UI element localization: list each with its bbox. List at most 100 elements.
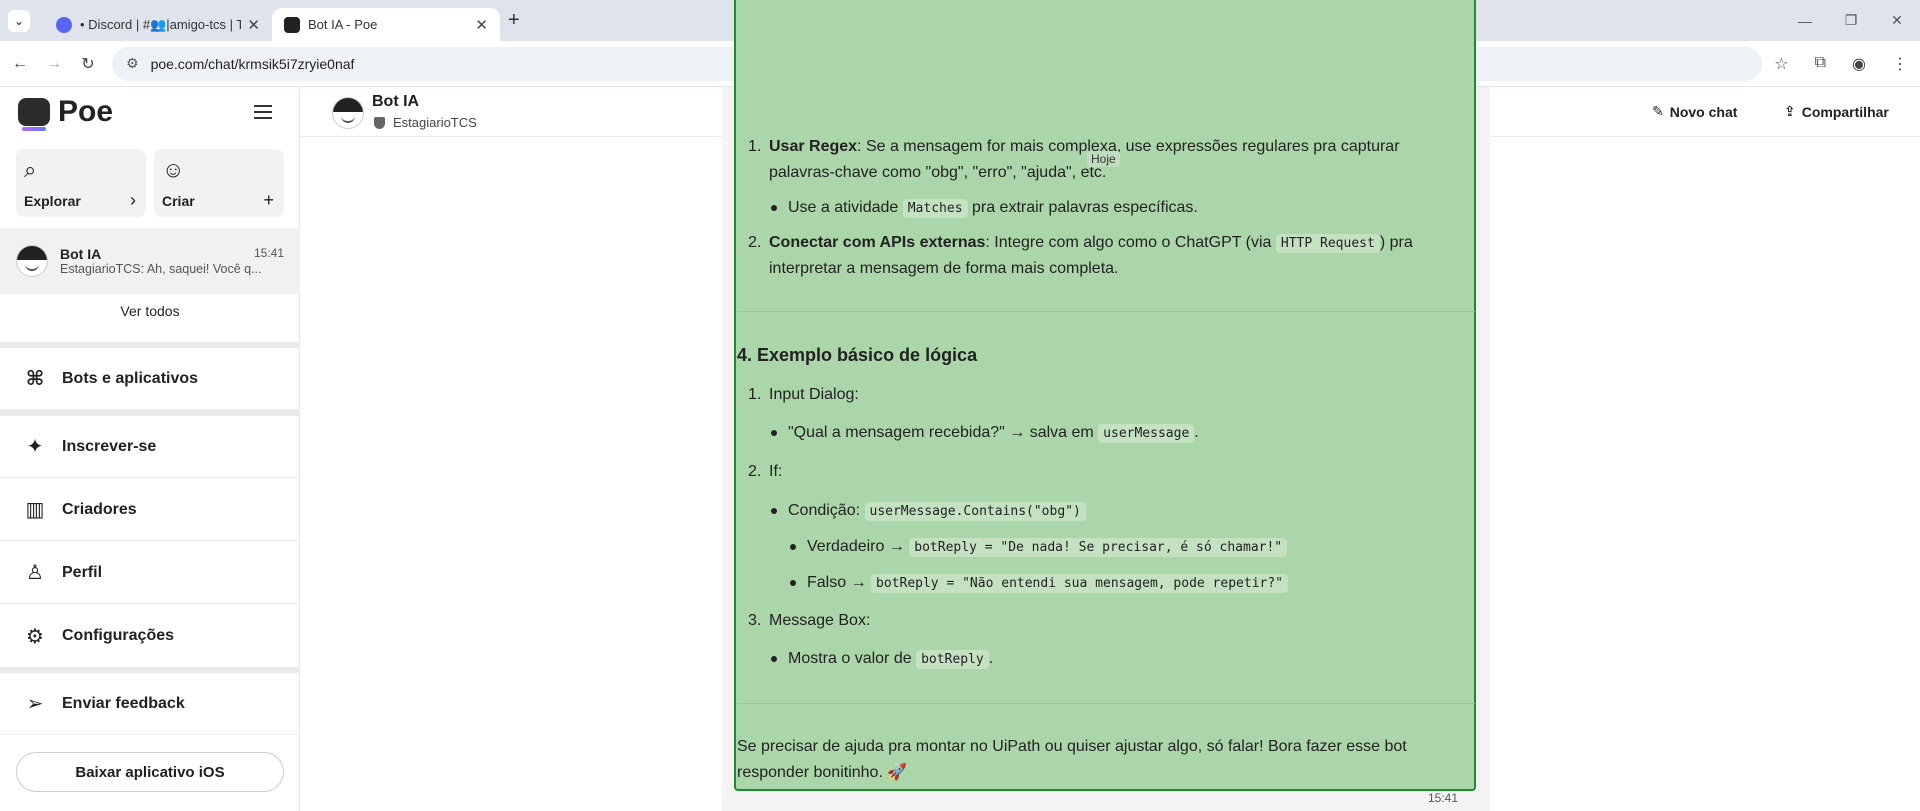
item-text: : Integre com algo como o ChatGPT (via <box>985 234 1276 251</box>
tab-search-chevron-icon[interactable]: ⌄ <box>8 9 30 32</box>
inline-code: userMessage.Contains("obg") <box>864 502 1086 521</box>
create-card[interactable]: ☺ Criar + <box>154 149 284 217</box>
sub-sub-list-item: Falso → botReply = "Não entendi sua mens… <box>789 570 1289 597</box>
logo-text: Poe <box>58 95 114 128</box>
list-number: 2. <box>748 234 762 251</box>
share-button[interactable]: ⇪ Compartilhar <box>1784 103 1889 120</box>
menu-feedback[interactable]: ➢ Enviar feedback <box>0 673 300 735</box>
sidebar: Poe ⌕ Explorar › ☺ Criar + Bot IA Estagi… <box>0 87 300 811</box>
url-text: poe.com/chat/krmsik5i7zryie0naf <box>150 55 355 72</box>
menu-settings[interactable]: ⚙ Configurações <box>0 605 300 667</box>
text: Verdadeiro → <box>807 538 910 555</box>
inline-code: userMessage <box>1098 424 1195 443</box>
menu-subscribe[interactable]: ✦ Inscrever-se <box>0 416 300 478</box>
share-icon: ⇪ <box>1784 103 1796 119</box>
tab-title: • Discord | #👥|amigo-tcs | TC <box>80 16 242 32</box>
toolbar-icons: ☆ ⧉ ◉ ⋮ <box>1774 54 1908 74</box>
list-item-continuation: palavras-chave como "obg", "erro", "ajud… <box>769 164 1107 181</box>
poe-favicon-icon <box>284 16 300 33</box>
inline-code: Matches <box>902 199 968 218</box>
hamburger-menu-icon[interactable] <box>254 105 272 119</box>
sub-sub-list-item: Verdadeiro → botReply = "De nada! Se pre… <box>789 534 1288 561</box>
window-controls: — ❐ ✕ <box>1782 0 1920 41</box>
section-heading: 4. Exemplo básico de lógica <box>737 345 978 365</box>
new-chat-button[interactable]: ✎ Novo chat <box>1652 103 1737 120</box>
forward-icon[interactable]: → <box>40 55 68 73</box>
plus-icon: + <box>263 190 274 210</box>
item-title: Conectar com APIs externas <box>769 234 986 251</box>
bot-owner[interactable]: EstagiarioTCS <box>374 115 477 130</box>
chat-name: Bot IA <box>60 246 102 262</box>
share-label: Compartilhar <box>1801 103 1889 120</box>
sub-list-item: Use a atividade Matches pra extrair pala… <box>771 195 1198 222</box>
extensions-icon[interactable]: ⧉ <box>1815 54 1826 74</box>
menu-label: Inscrever-se <box>62 437 157 455</box>
menu-label: Perfil <box>62 563 103 581</box>
list-item: Input Dialog: <box>769 386 859 403</box>
search-icon: ⌕ <box>24 157 37 182</box>
bots-grid-icon: ⌘ <box>25 368 45 390</box>
tab-bot-ia[interactable]: Bot IA - Poe ✕ <box>272 8 500 41</box>
chat-time: 15:41 <box>253 246 284 260</box>
close-tab-icon[interactable]: ✕ <box>247 16 260 34</box>
restore-icon[interactable]: ❐ <box>1828 0 1874 41</box>
see-all-link[interactable]: Ver todos <box>0 303 300 319</box>
list-item: If: <box>769 463 783 480</box>
message-timestamp: 15:41 <box>1428 791 1459 805</box>
chevron-right-icon: › <box>130 190 136 210</box>
creators-icon: ▥ <box>25 499 45 521</box>
profile-icon[interactable]: ◉ <box>1852 54 1866 74</box>
inline-code: botReply <box>916 650 989 669</box>
menu-label: Bots e aplicativos <box>62 369 199 387</box>
minimize-icon[interactable]: — <box>1782 0 1828 41</box>
text: . <box>988 650 994 667</box>
list-item-continuation: interpretar a mensagem de forma mais com… <box>769 260 1119 277</box>
reload-icon[interactable]: ↻ <box>74 54 102 74</box>
divider <box>737 311 1475 312</box>
menu-profile[interactable]: ♙ Perfil <box>0 542 300 604</box>
sub-list-item: Condição: userMessage.Contains("obg") <box>771 498 1086 525</box>
bot-avatar[interactable] <box>332 97 364 129</box>
menu-creators[interactable]: ▥ Criadores <box>0 479 300 541</box>
item-title: Usar Regex <box>769 138 858 155</box>
menu-label: Criadores <box>62 500 137 518</box>
divider <box>737 703 1475 704</box>
text: "Qual a mensagem recebida?" → salva em <box>788 424 1099 441</box>
inline-code: botReply = "Não entendi sua mensagem, po… <box>871 574 1289 593</box>
date-tooltip: Hoje <box>1087 151 1120 167</box>
chat-list-item[interactable]: Bot IA EstagiarioTCS: Ah, saquei! Você q… <box>0 228 300 294</box>
download-ios-button[interactable]: Baixar aplicativo iOS <box>16 752 284 792</box>
discord-favicon-icon <box>56 16 72 33</box>
poe-logo[interactable]: Poe <box>18 95 114 131</box>
text: Use a atividade <box>788 199 903 216</box>
new-tab-icon[interactable]: + <box>508 9 520 32</box>
close-window-icon[interactable]: ✕ <box>1874 0 1920 41</box>
more-menu-icon[interactable]: ⋮ <box>1892 54 1908 74</box>
closing-text: responder bonitinho. 🚀 <box>737 764 908 781</box>
inline-code: HTTP Request <box>1275 234 1380 253</box>
text: Condição: <box>788 502 865 519</box>
list-number: 2. <box>748 463 762 480</box>
explore-card[interactable]: ⌕ Explorar › <box>16 149 146 217</box>
menu-bots-apps[interactable]: ⌘ Bots e aplicativos <box>0 348 300 410</box>
close-tab-icon[interactable]: ✕ <box>475 16 488 34</box>
list-item: Usar Regex: Se a mensagem for mais compl… <box>769 134 1400 160</box>
item-text: ) pra <box>1379 234 1413 251</box>
menu-label: Enviar feedback <box>62 694 185 712</box>
new-chat-label: Novo chat <box>1669 103 1738 120</box>
create-bot-icon: ☺ <box>162 157 185 182</box>
back-icon[interactable]: ← <box>6 55 34 73</box>
menu-label: Configurações <box>62 627 175 644</box>
gear-icon: ⚙ <box>26 625 44 648</box>
list-number: 1. <box>748 386 762 403</box>
list-number: 3. <box>748 612 762 629</box>
text: Mostra o valor de <box>788 650 917 667</box>
site-settings-icon[interactable]: ⚙ <box>126 55 139 72</box>
inline-code: botReply = "De nada! Se precisar, é só c… <box>909 538 1288 557</box>
edit-icon: ✎ <box>1652 103 1664 119</box>
sub-list-item: Mostra o valor de botReply. <box>770 646 994 673</box>
bot-name[interactable]: Bot IA <box>372 93 419 111</box>
bookmark-star-icon[interactable]: ☆ <box>1774 54 1788 74</box>
tab-discord[interactable]: • Discord | #👥|amigo-tcs | TC ✕ <box>44 8 272 41</box>
subscribe-icon: ✦ <box>26 436 44 458</box>
